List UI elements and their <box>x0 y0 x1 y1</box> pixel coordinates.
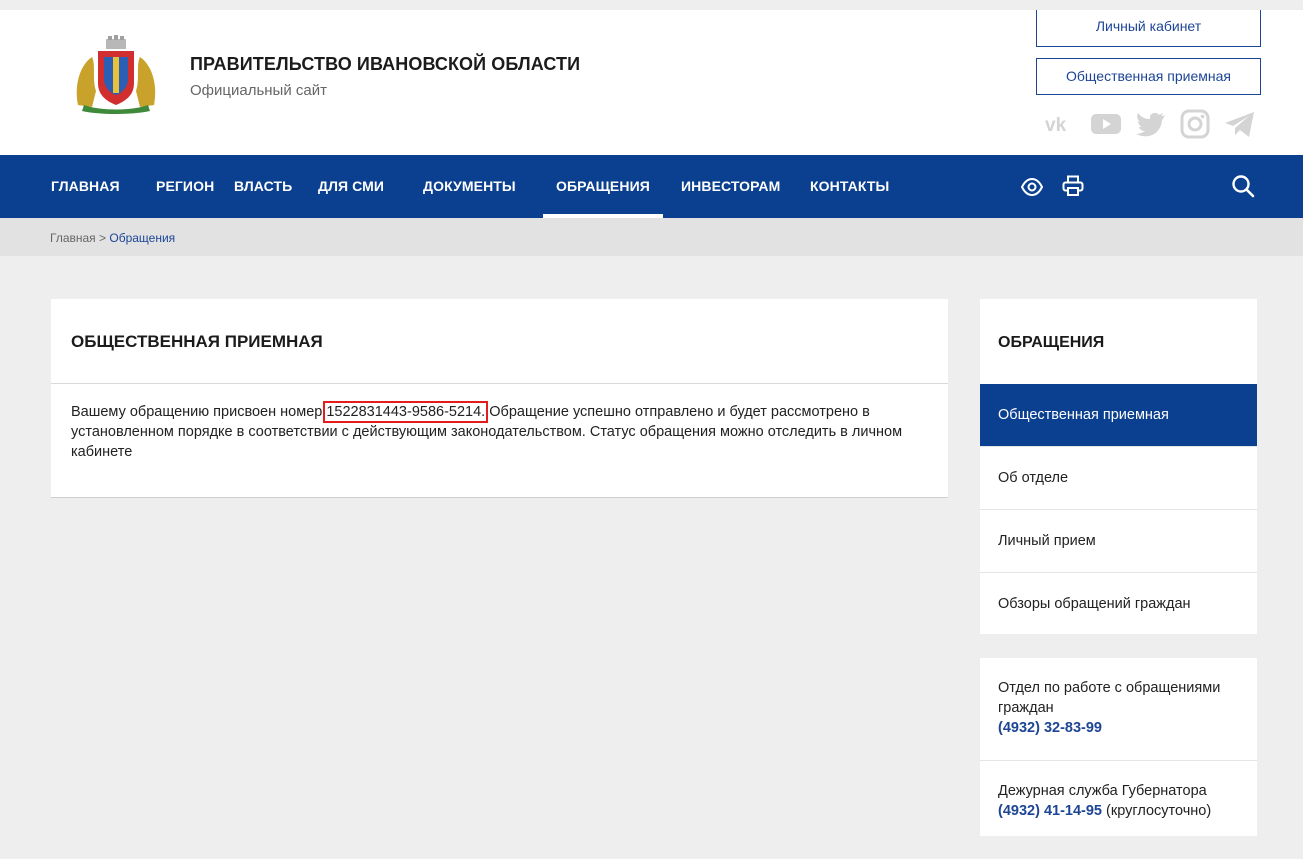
search-icon[interactable] <box>1231 174 1255 203</box>
nav-item-appeals[interactable]: ОБРАЩЕНИЯ <box>543 155 663 218</box>
contact-divider <box>980 760 1257 761</box>
breadcrumb-bar: Главная > Обращения <box>0 218 1303 256</box>
dept-phone-link[interactable]: (4932) 32-83-99 <box>998 720 1102 736</box>
social-links: vk <box>1044 108 1259 140</box>
public-reception-button[interactable]: Общественная приемная <box>1036 58 1261 95</box>
contacts-panel: Отдел по работе с обращениями граждан (4… <box>980 658 1257 836</box>
main-nav: ГЛАВНАЯ РЕГИОН ВЛАСТЬ ДЛЯ СМИ ДОКУМЕНТЫ … <box>0 155 1303 218</box>
dept-contact: Отдел по работе с обращениями граждан (4… <box>998 678 1248 738</box>
sidebar-item-appeals-reviews[interactable]: Обзоры обращений граждан <box>980 572 1257 634</box>
duty-contact: Дежурная служба Губернатора (4932) 41-14… <box>998 781 1248 821</box>
sidebar-title: ОБРАЩЕНИЯ <box>998 334 1105 351</box>
dept-label: Отдел по работе с обращениями граждан <box>998 680 1221 716</box>
confirmation-message: Вашему обращению присвоен номер 15228314… <box>71 401 931 462</box>
nav-item-home[interactable]: ГЛАВНАЯ <box>51 155 120 218</box>
sidebar-item-public-reception[interactable]: Общественная приемная <box>980 384 1257 446</box>
personal-cabinet-button[interactable]: Личный кабинет <box>1036 10 1261 47</box>
svg-text:vk: vk <box>1045 115 1067 134</box>
vk-icon[interactable]: vk <box>1044 114 1076 134</box>
duty-note: (круглосуточно) <box>1102 803 1212 819</box>
nav-item-press[interactable]: ДЛЯ СМИ <box>318 155 384 218</box>
nav-item-contacts[interactable]: КОНТАКТЫ <box>810 155 889 218</box>
site-subtitle: Официальный сайт <box>190 82 327 99</box>
instagram-icon[interactable] <box>1180 109 1210 139</box>
site-header: ПРАВИТЕЛЬСТВО ИВАНОВСКОЙ ОБЛАСТИ Официал… <box>0 10 1303 155</box>
card-divider <box>51 383 948 384</box>
appeal-number: 1522831443-9586-5214. <box>323 401 489 423</box>
sidebar-item-about-department[interactable]: Об отделе <box>980 446 1257 508</box>
message-intro: Вашему обращению присвоен номер <box>71 404 327 420</box>
nav-item-region[interactable]: РЕГИОН <box>156 155 214 218</box>
nav-item-authority[interactable]: ВЛАСТЬ <box>234 155 292 218</box>
nav-item-documents[interactable]: ДОКУМЕНТЫ <box>423 155 516 218</box>
duty-phone-line: (4932) 41-14-95 (круглосуточно) <box>998 801 1248 821</box>
eye-icon[interactable] <box>1020 177 1044 202</box>
twitter-icon[interactable] <box>1136 111 1166 137</box>
duty-phone-link[interactable]: (4932) 41-14-95 <box>998 803 1102 819</box>
print-icon[interactable] <box>1062 175 1084 202</box>
sidebar-item-personal-reception[interactable]: Личный прием <box>980 509 1257 571</box>
coat-of-arms-logo[interactable] <box>70 35 162 115</box>
main-content-card: ОБЩЕСТВЕННАЯ ПРИЕМНАЯ Вашему обращению п… <box>51 299 948 498</box>
sidebar-menu: ОБРАЩЕНИЯ Общественная приемная Об отдел… <box>980 299 1257 634</box>
page-title: ОБЩЕСТВЕННАЯ ПРИЕМНАЯ <box>71 332 323 351</box>
telegram-icon[interactable] <box>1224 110 1256 138</box>
breadcrumb: Главная > Обращения <box>50 231 175 245</box>
site-title: ПРАВИТЕЛЬСТВО ИВАНОВСКОЙ ОБЛАСТИ <box>190 54 581 74</box>
breadcrumb-separator: > <box>95 231 110 245</box>
breadcrumb-current[interactable]: Обращения <box>109 231 175 245</box>
youtube-icon[interactable] <box>1090 112 1122 136</box>
nav-item-investors[interactable]: ИНВЕСТОРАМ <box>681 155 780 218</box>
breadcrumb-home[interactable]: Главная <box>50 231 96 245</box>
duty-label: Дежурная служба Губернатора <box>998 783 1207 799</box>
